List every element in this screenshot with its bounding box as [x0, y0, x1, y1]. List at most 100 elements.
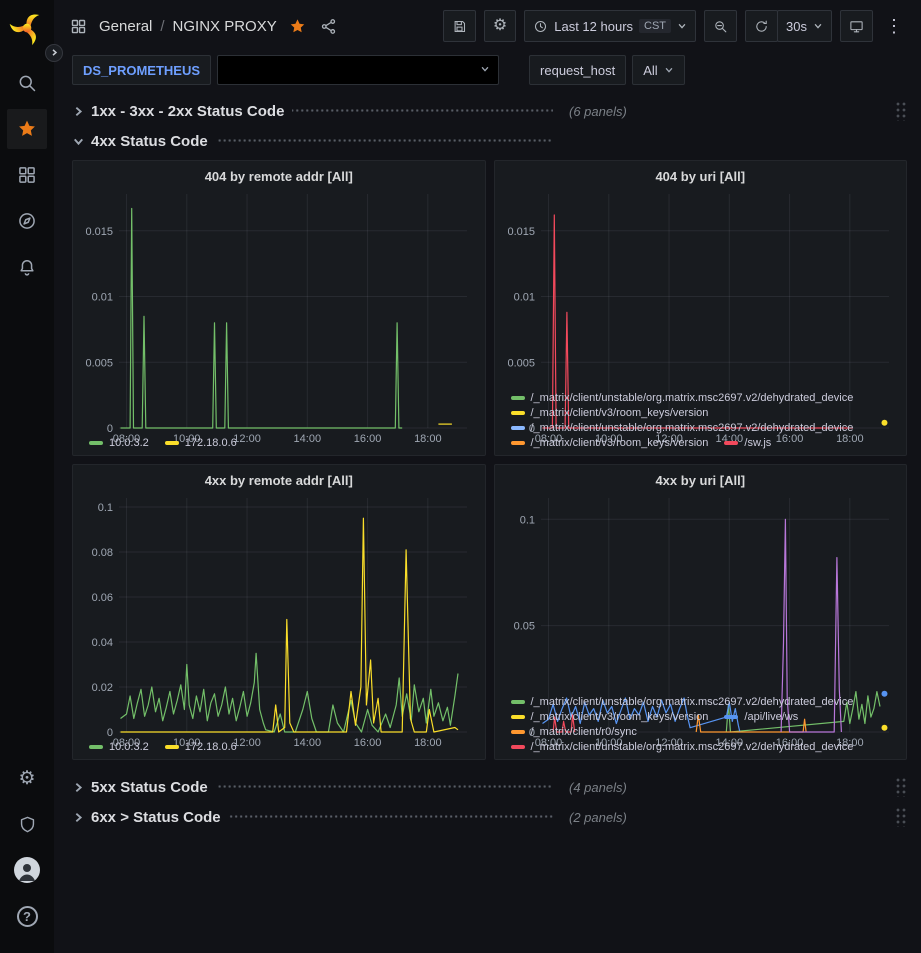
legend-item[interactable]: /_matrix/client/r0/sync [511, 726, 637, 738]
panel-title[interactable]: 4xx by uri [All] [503, 469, 899, 490]
apps-grid-icon[interactable] [68, 16, 89, 37]
row-header-6xx[interactable]: 6xx > Status Code (2 panels) [72, 802, 907, 832]
legend-item[interactable]: /_matrix/client/unstable/org.matrix.msc2… [511, 741, 854, 753]
legend-item[interactable]: /_matrix/client/v3/room_keys/version [511, 711, 709, 723]
time-range-label: Last 12 hours [554, 19, 633, 34]
legend-swatch [89, 745, 103, 749]
chart-legend: /_matrix/client/unstable/org.matrix.msc2… [503, 389, 899, 451]
legend-item[interactable]: 10.0.3.2 [89, 741, 149, 753]
legend-item[interactable]: 172.18.0.6 [165, 437, 237, 449]
refresh-interval-value: 30s [786, 19, 807, 34]
legend-item[interactable]: /sw.js [724, 437, 771, 449]
refresh-button[interactable] [745, 10, 778, 42]
svg-text:0.01: 0.01 [513, 292, 534, 304]
svg-text:0.005: 0.005 [85, 357, 113, 369]
sidebar-item-dashboards[interactable] [7, 155, 47, 195]
chevron-down-icon [677, 21, 687, 31]
zoom-out-button[interactable] [704, 10, 737, 42]
legend-swatch [165, 441, 179, 445]
legend-label: /_matrix/client/unstable/org.matrix.msc2… [531, 741, 854, 753]
panel-title[interactable]: 4xx by remote addr [All] [81, 469, 477, 490]
kebab-menu-icon[interactable]: ⋮ [881, 16, 907, 37]
grafana-logo-icon[interactable] [9, 10, 45, 46]
legend-label: 172.18.0.6 [185, 741, 237, 753]
search-icon [17, 73, 37, 93]
svg-text:0.02: 0.02 [92, 682, 113, 694]
refresh-icon [754, 19, 769, 34]
row-title-group: 4xx Status Code [85, 133, 555, 150]
sidebar-item-search[interactable] [7, 63, 47, 103]
legend-label: /_matrix/client/v3/room_keys/version [531, 407, 709, 419]
gear-icon: ⚙ [18, 769, 35, 788]
request-host-variable-select[interactable]: All [632, 55, 684, 85]
sidebar-item-profile[interactable] [7, 850, 47, 890]
timeseries-chart[interactable]: 08:0010:0012:0014:0016:0018:0000.020.040… [81, 490, 477, 738]
dashboard-title[interactable]: NGINX PROXY [173, 18, 277, 35]
legend-item[interactable]: /api/live/ws [724, 711, 798, 723]
sidebar-item-starred[interactable] [7, 109, 47, 149]
panel-title[interactable]: 404 by uri [All] [503, 165, 899, 186]
favorite-star-icon[interactable] [287, 16, 308, 37]
row-drag-handle[interactable] [895, 777, 907, 797]
row-dotted-leader [216, 138, 553, 143]
timeseries-chart[interactable]: 08:0010:0012:0014:0016:0018:0000.0050.01… [503, 186, 899, 389]
row-header-1xx-3xx-2xx[interactable]: 1xx - 3xx - 2xx Status Code (6 panels) [72, 96, 907, 126]
datasource-variable-select[interactable] [217, 55, 499, 85]
breadcrumb-section[interactable]: General [99, 18, 152, 35]
svg-text:0.1: 0.1 [98, 502, 113, 514]
sidebar-expand-button[interactable] [45, 44, 63, 62]
legend-label: /_matrix/client/v3/room_keys/version [531, 711, 709, 723]
sidebar-item-alerting[interactable] [7, 247, 47, 287]
legend-item[interactable]: 172.18.0.6 [165, 741, 237, 753]
row-title: 1xx - 3xx - 2xx Status Code [91, 103, 284, 120]
chevron-down-icon [72, 135, 85, 148]
legend-label: /_matrix/client/v3/room_keys/version [531, 437, 709, 449]
row-dotted-leader [229, 814, 553, 819]
breadcrumb: General / NGINX PROXY [99, 18, 277, 35]
datasource-variable-label[interactable]: DS_PROMETHEUS [72, 55, 211, 85]
save-dashboard-button[interactable] [443, 10, 476, 42]
svg-text:0.1: 0.1 [519, 514, 534, 526]
legend-item[interactable]: /_matrix/client/v3/room_keys/version [511, 407, 709, 419]
refresh-interval-dropdown[interactable]: 30s [777, 10, 832, 42]
timeseries-chart[interactable]: 08:0010:0012:0014:0016:0018:0000.050.1 [503, 490, 899, 693]
panel-4xx-by-remote-addr: 4xx by remote addr [All] 08:0010:0012:00… [72, 464, 486, 760]
row-drag-handle[interactable] [895, 101, 907, 121]
timeseries-chart[interactable]: 08:0010:0012:0014:0016:0018:0000.0050.01… [81, 186, 477, 434]
time-range-picker[interactable]: Last 12 hours CST [524, 10, 696, 42]
sidebar-item-explore[interactable] [7, 201, 47, 241]
dashboard-settings-button[interactable]: ⚙ [484, 10, 516, 42]
row-header-4xx[interactable]: 4xx Status Code [72, 126, 907, 156]
legend-item[interactable]: /_matrix/client/unstable/org.matrix.msc2… [511, 696, 854, 708]
sidebar-item-server-admin[interactable] [7, 804, 47, 844]
share-icon[interactable] [318, 16, 339, 37]
legend-item[interactable]: 10.0.3.2 [89, 437, 149, 449]
svg-text:0.015: 0.015 [507, 226, 535, 238]
shield-icon [18, 815, 37, 834]
legend-swatch [724, 715, 738, 719]
sidebar-item-help[interactable]: ? [7, 896, 47, 936]
tv-mode-button[interactable] [840, 10, 873, 42]
sidebar-item-configuration[interactable]: ⚙ [7, 758, 47, 798]
legend-swatch [511, 715, 525, 719]
monitor-icon [849, 19, 864, 34]
row-drag-handle[interactable] [895, 807, 907, 827]
timezone-badge: CST [639, 19, 671, 33]
compass-icon [17, 211, 37, 231]
row-header-5xx[interactable]: 5xx Status Code (4 panels) [72, 772, 907, 802]
zoom-out-icon [713, 19, 728, 34]
request-host-variable-label[interactable]: request_host [529, 55, 626, 85]
legend-label: 10.0.3.2 [109, 437, 149, 449]
panel-title[interactable]: 404 by remote addr [All] [81, 165, 477, 186]
chevron-right-icon [72, 781, 85, 794]
dashboard-toolbar: ⚙ Last 12 hours CST [443, 10, 907, 42]
breadcrumb-separator: / [160, 18, 164, 35]
chevron-right-icon [72, 105, 85, 118]
row-title-group: 5xx Status Code [85, 779, 555, 796]
legend-swatch [511, 700, 525, 704]
chevron-right-icon [50, 44, 59, 62]
legend-item[interactable]: /_matrix/client/unstable/org.matrix.msc2… [511, 422, 854, 434]
legend-item[interactable]: /_matrix/client/unstable/org.matrix.msc2… [511, 392, 854, 404]
legend-item[interactable]: /_matrix/client/v3/room_keys/version [511, 437, 709, 449]
chevron-down-icon [813, 21, 823, 31]
